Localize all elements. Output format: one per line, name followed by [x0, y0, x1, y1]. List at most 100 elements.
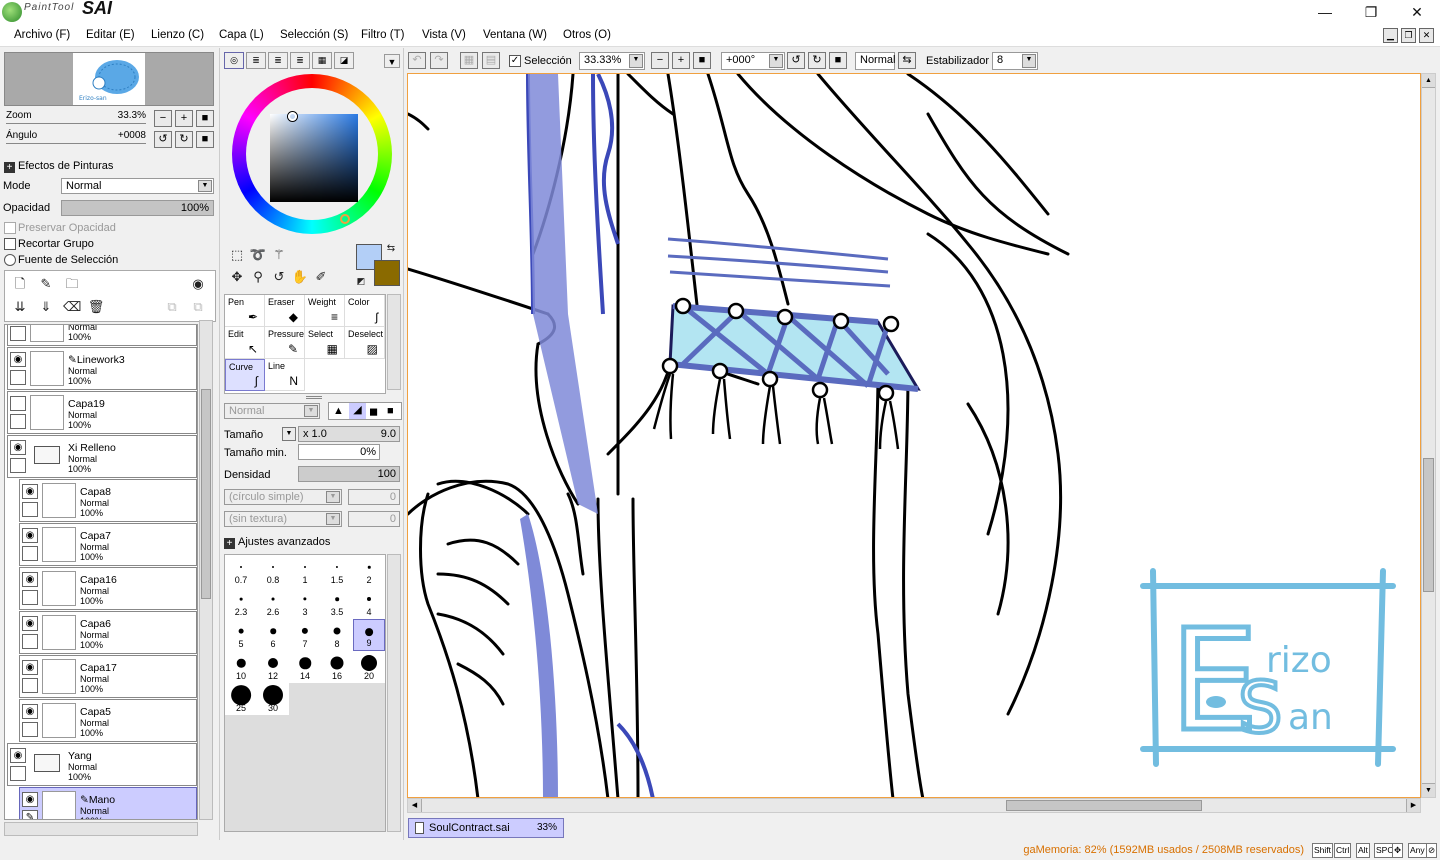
- rgb-slider-tab[interactable]: ≣: [246, 52, 266, 69]
- new-layer-icon[interactable]: 🗋: [11, 275, 29, 293]
- selection-source-radio[interactable]: [4, 254, 16, 266]
- layer-scrollbar[interactable]: [199, 320, 213, 820]
- advanced-settings-header[interactable]: + Ajustes avanzados: [224, 536, 330, 549]
- shape-square-icon[interactable]: ■: [387, 405, 394, 417]
- layer-scrollbar-thumb[interactable]: [201, 389, 211, 599]
- layer-row[interactable]: Capa19 Normal 100%: [7, 391, 197, 434]
- brush-size-cell[interactable]: 4: [353, 587, 385, 619]
- new-pen-layer-icon[interactable]: ✎: [37, 275, 55, 293]
- texture-strength-field[interactable]: 0: [348, 511, 400, 527]
- minimize-button[interactable]: —: [1302, 0, 1348, 24]
- eye-icon[interactable]: ◉: [22, 616, 38, 631]
- size-slider[interactable]: x 1.0 9.0: [298, 426, 400, 442]
- transfer-down-icon[interactable]: ⇊: [11, 298, 29, 316]
- panel-menu-button[interactable]: ▼: [384, 54, 400, 68]
- brush-weight[interactable]: Weight ≡: [305, 295, 345, 327]
- scroll-left-arrow-icon[interactable]: ◀: [408, 799, 422, 812]
- canvas-vscroll-thumb[interactable]: [1423, 458, 1434, 592]
- hidden-eye-icon[interactable]: [10, 396, 26, 411]
- lock-toggle[interactable]: [10, 766, 26, 781]
- lock-toggle[interactable]: [22, 634, 38, 649]
- drawing-canvas[interactable]: E rizo S an: [407, 73, 1421, 798]
- lasso-icon[interactable]: ➰: [249, 246, 267, 264]
- stabilizer-select[interactable]: 8 ▼: [992, 52, 1038, 70]
- min-size-slider[interactable]: 0%: [298, 444, 380, 460]
- brush-size-cell[interactable]: 5: [225, 619, 257, 651]
- size-scrollbar[interactable]: [387, 554, 401, 832]
- saturation-value-square[interactable]: [270, 114, 358, 202]
- layer-row[interactable]: ◉ Capa8 Normal 100%: [19, 479, 197, 522]
- menu-item-5[interactable]: Filtro (T): [361, 29, 404, 41]
- canvas-vscrollbar[interactable]: ▲ ▼: [1421, 73, 1436, 798]
- shape-soft-icon[interactable]: ◼: [369, 405, 378, 418]
- layer-row[interactable]: ◉ Capa5 Normal 100%: [19, 699, 197, 742]
- eye-icon[interactable]: ◉: [10, 748, 26, 763]
- layer-row[interactable]: ◉✎✎ManoNormal100%: [19, 787, 197, 819]
- menu-item-6[interactable]: Vista (V): [422, 29, 466, 41]
- brush-tool-grid[interactable]: Pen ✒ Eraser ◆ Weight ≡ Color ʃ Edit ↖ Pressure ✎ Se…: [224, 294, 386, 394]
- flip-view-button[interactable]: ⇆: [898, 52, 916, 69]
- color-mix-tab[interactable]: ≣: [290, 52, 310, 69]
- menu-item-0[interactable]: Archivo (F): [14, 29, 70, 41]
- navigator-preview[interactable]: Erizo-san: [4, 52, 214, 106]
- preserve-opacity-checkbox[interactable]: [4, 222, 16, 234]
- brush-size-cell[interactable]: 3: [289, 587, 321, 619]
- paint-effects-header[interactable]: + Efectos de Pinturas: [4, 160, 113, 173]
- lock-toggle[interactable]: [22, 502, 38, 517]
- layer-row[interactable]: ◉ Capa17 Normal 100%: [19, 655, 197, 698]
- canvas-zoom-in-button[interactable]: +: [672, 52, 690, 69]
- rotate-tool-icon[interactable]: ↺: [270, 268, 288, 286]
- rotate-right-button[interactable]: ↻: [175, 131, 193, 148]
- brush-size-cell[interactable]: 3.5: [321, 587, 353, 619]
- canvas-zoom-select[interactable]: 33.33% ▼: [579, 52, 645, 70]
- brush-size-cell[interactable]: 6: [257, 619, 289, 651]
- mdi-close-button[interactable]: ✕: [1419, 28, 1434, 43]
- reset-colors-icon[interactable]: ◩: [354, 274, 368, 288]
- move-icon[interactable]: ✥: [228, 268, 246, 286]
- brush-size-cell[interactable]: 25: [225, 683, 257, 715]
- brush-size-cell[interactable]: 14: [289, 651, 321, 683]
- close-button[interactable]: ✕: [1394, 0, 1440, 24]
- canvas-hscrollbar[interactable]: ◀ ▶: [407, 798, 1421, 813]
- brush-shape-select[interactable]: (círculo simple) ▼: [224, 489, 342, 505]
- mdi-restore-button[interactable]: ❐: [1401, 28, 1416, 43]
- zoom-in-button[interactable]: +: [175, 110, 193, 127]
- layer-row[interactable]: Normal 100%: [7, 325, 197, 346]
- brush-scrollbar[interactable]: [387, 294, 401, 390]
- size-range-button[interactable]: ▼: [282, 427, 296, 441]
- lock-toggle[interactable]: [22, 590, 38, 605]
- layer-row[interactable]: ◉ Capa16 Normal 100%: [19, 567, 197, 610]
- eye-icon[interactable]: ◉: [10, 440, 26, 455]
- menu-item-1[interactable]: Editar (E): [86, 29, 135, 41]
- color-picker-handle[interactable]: [288, 112, 297, 121]
- brush-size-cell[interactable]: 16: [321, 651, 353, 683]
- layer-list[interactable]: Normal 100% ◉ ✎Linework3 Normal 100% Capa19 Nor…: [4, 324, 198, 820]
- lock-toggle[interactable]: [22, 546, 38, 561]
- rotate-left-button[interactable]: ↺: [154, 131, 172, 148]
- hand-icon[interactable]: ✋: [291, 268, 309, 286]
- swap-colors-icon[interactable]: ⇆: [384, 242, 398, 256]
- lock-toggle[interactable]: [22, 678, 38, 693]
- layer-row[interactable]: ◉ Yang Normal 100%: [7, 743, 197, 786]
- brush-deselect[interactable]: Deselect ▨: [345, 327, 385, 359]
- layer-row[interactable]: ◉ Xi Relleno Normal 100%: [7, 435, 197, 478]
- mdi-minimize-button[interactable]: ▁: [1383, 28, 1398, 43]
- brush-size-cell[interactable]: 0.7: [225, 555, 257, 587]
- brush-eraser[interactable]: Eraser ◆: [265, 295, 305, 327]
- brush-color[interactable]: Color ʃ: [345, 295, 385, 327]
- eye-icon[interactable]: ◉: [22, 704, 38, 719]
- swatches-tab[interactable]: ▦: [312, 52, 332, 69]
- scroll-right-arrow-icon[interactable]: ▶: [1406, 799, 1420, 812]
- paste-layer-icon[interactable]: ⧉: [189, 298, 207, 316]
- hue-handle[interactable]: [340, 214, 350, 224]
- brush-size-cell[interactable]: 0.8: [257, 555, 289, 587]
- new-folder-icon[interactable]: 🗀: [63, 275, 81, 293]
- menu-item-8[interactable]: Otros (O): [563, 29, 611, 41]
- brush-size-grid[interactable]: 0.7 0.8 1 1.5 2 2.3 2.6 3 3.5 4 5 6 7 8 9 10 12 14 16 20 25 3…: [224, 554, 386, 832]
- zoom-out-button[interactable]: −: [154, 110, 172, 127]
- brush-size-cell[interactable]: 10: [225, 651, 257, 683]
- brush-pen[interactable]: Pen ✒: [225, 295, 265, 327]
- color-wheel-tab[interactable]: ◎: [224, 52, 244, 69]
- eye-icon[interactable]: ◉: [22, 528, 38, 543]
- scratchpad-tab[interactable]: ◪: [334, 52, 354, 69]
